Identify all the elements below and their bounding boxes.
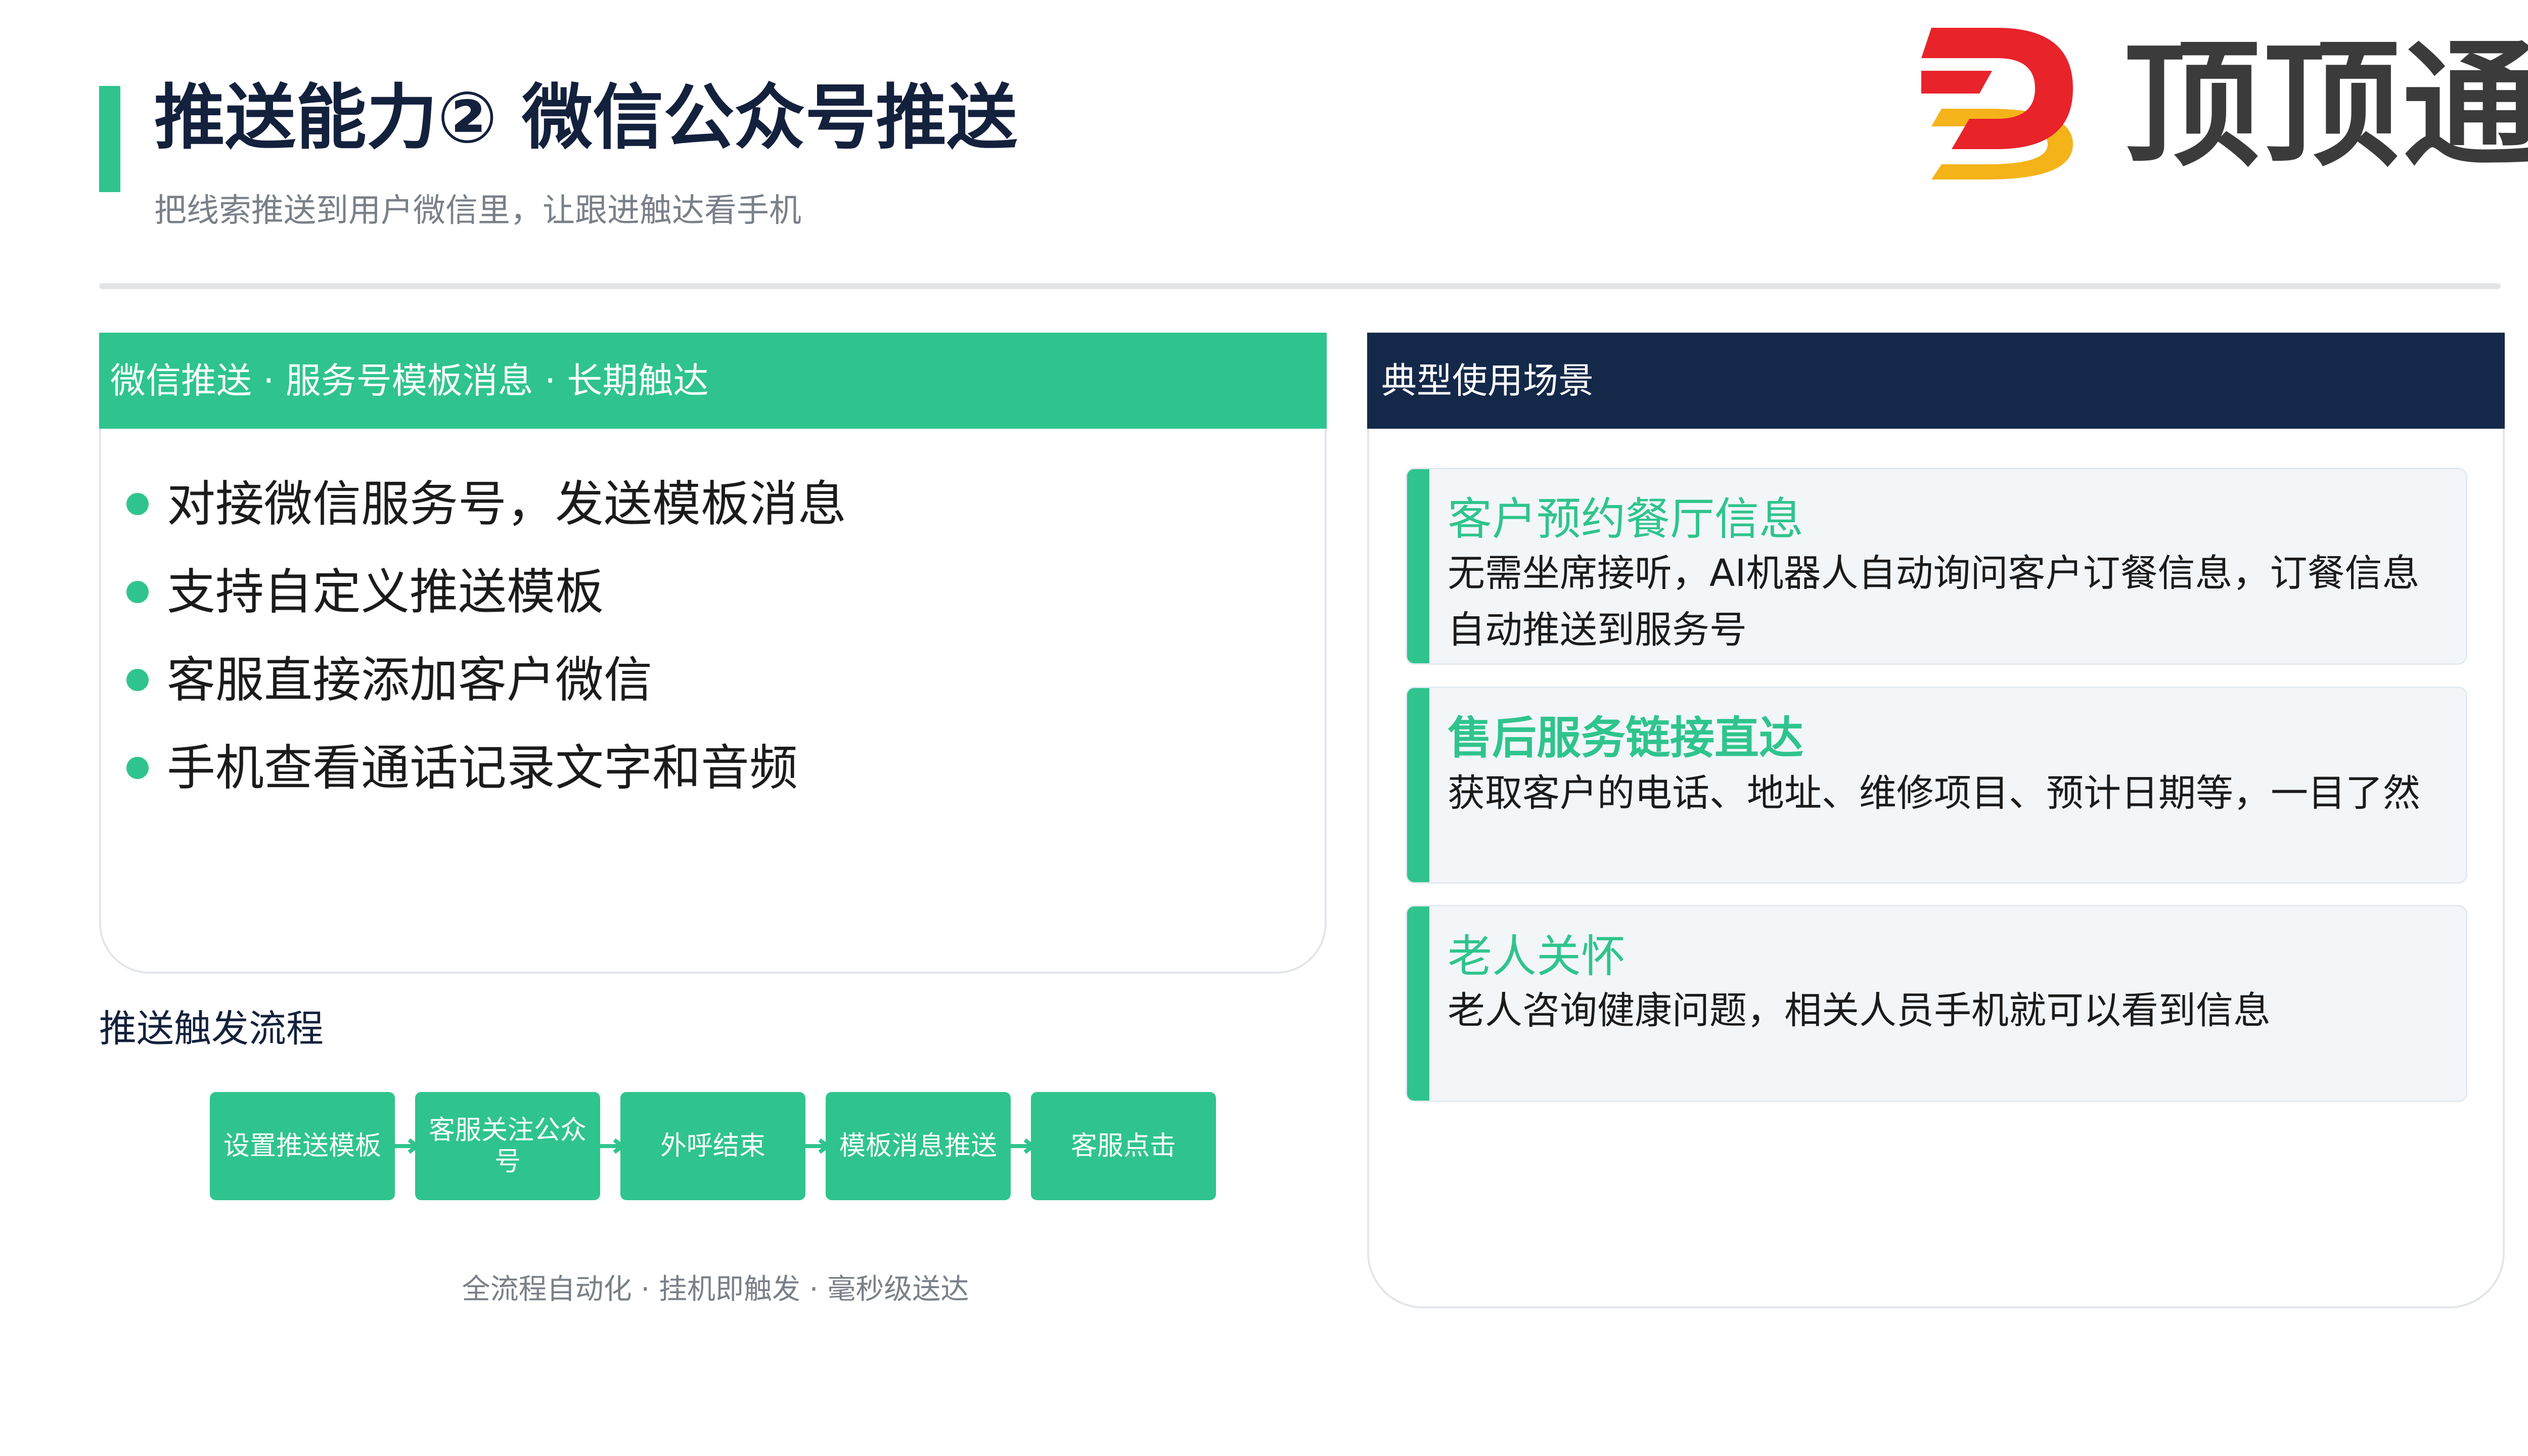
flow-step: 外呼结束 (620, 1092, 805, 1200)
card-accent-bar (1407, 906, 1429, 1101)
scenario-card: 老人关怀 老人咨询健康问题，相关人员手机就可以看到信息 (1406, 905, 2467, 1102)
card-accent-bar (1407, 688, 1429, 882)
scenario-card-title: 客户预约餐厅信息 (1448, 493, 1804, 545)
scenarios-panel-heading: 典型使用场景 (1381, 360, 1594, 401)
page-title: 推送能力② 微信公众号推送 (154, 77, 1018, 159)
scenario-card-title: 售后服务链接直达 (1448, 712, 1804, 764)
brand-logo: 顶顶通 (1921, 20, 2528, 182)
bullet-dot-icon (126, 669, 149, 691)
scenarios-panel-header: 典型使用场景 (1367, 333, 2505, 429)
card-accent-bar (1407, 469, 1429, 663)
flow-step: 客服关注公众号 (415, 1092, 600, 1200)
list-item: 客服直接添加客户微信 (126, 636, 846, 724)
flow-step: 设置推送模板 (210, 1092, 395, 1200)
title-accent-bar (99, 86, 120, 192)
feature-list: 对接微信服务号，发送模板消息 支持自定义推送模板 客服直接添加客户微信 手机查看… (126, 460, 846, 812)
bullet-dot-icon (126, 493, 149, 515)
header-divider (99, 283, 2501, 289)
list-item-text: 对接微信服务号，发送模板消息 (167, 476, 846, 532)
features-panel-header: 微信推送 · 服务号模板消息 · 长期触达 (99, 333, 1327, 429)
scenario-card-text: 获取客户的电话、地址、维修项目、预计日期等，一目了然 (1448, 771, 2420, 815)
list-item-text: 支持自定义推送模板 (167, 564, 604, 620)
logo-text: 顶顶通 (2124, 26, 2528, 185)
scenario-card-text: 无需坐席接听，AI机器人自动询问客户订餐信息，订餐信息自动推送到服务号 (1448, 552, 2420, 652)
list-item: 支持自定义推送模板 (126, 548, 846, 636)
flow-caption: 全流程自动化 · 挂机即触发 · 毫秒级送达 (462, 1273, 969, 1306)
scenario-card-title: 老人关怀 (1448, 930, 1626, 982)
slide: 推送能力② 微信公众号推送 把线索推送到用户微信里，让跟进触达看手机 顶顶通 微… (0, 0, 2528, 1456)
flow-step: 客服点击 (1031, 1092, 1216, 1200)
list-item-text: 手机查看通话记录文字和音频 (167, 740, 798, 796)
flow-title: 推送触发流程 (99, 1007, 324, 1051)
list-item: 手机查看通话记录文字和音频 (126, 724, 846, 812)
logo-d-icon (1921, 28, 2073, 179)
flow-step: 模板消息推送 (826, 1092, 1011, 1200)
page-subtitle: 把线索推送到用户微信里，让跟进触达看手机 (154, 192, 801, 230)
flow-diagram: 设置推送模板 客服关注公众号 外呼结束 模板消息推送 客服点击 (210, 1092, 1221, 1200)
scenario-card: 售后服务链接直达 获取客户的电话、地址、维修项目、预计日期等，一目了然 (1406, 687, 2467, 884)
bullet-dot-icon (126, 757, 149, 779)
bullet-dot-icon (126, 581, 149, 603)
features-panel-heading: 微信推送 · 服务号模板消息 · 长期触达 (110, 360, 709, 401)
list-item: 对接微信服务号，发送模板消息 (126, 460, 846, 548)
scenario-card: 客户预约餐厅信息 无需坐席接听，AI机器人自动询问客户订餐信息，订餐信息自动推送… (1406, 468, 2467, 665)
list-item-text: 客服直接添加客户微信 (167, 652, 652, 708)
scenario-card-text: 老人咨询健康问题，相关人员手机就可以看到信息 (1448, 989, 2271, 1032)
